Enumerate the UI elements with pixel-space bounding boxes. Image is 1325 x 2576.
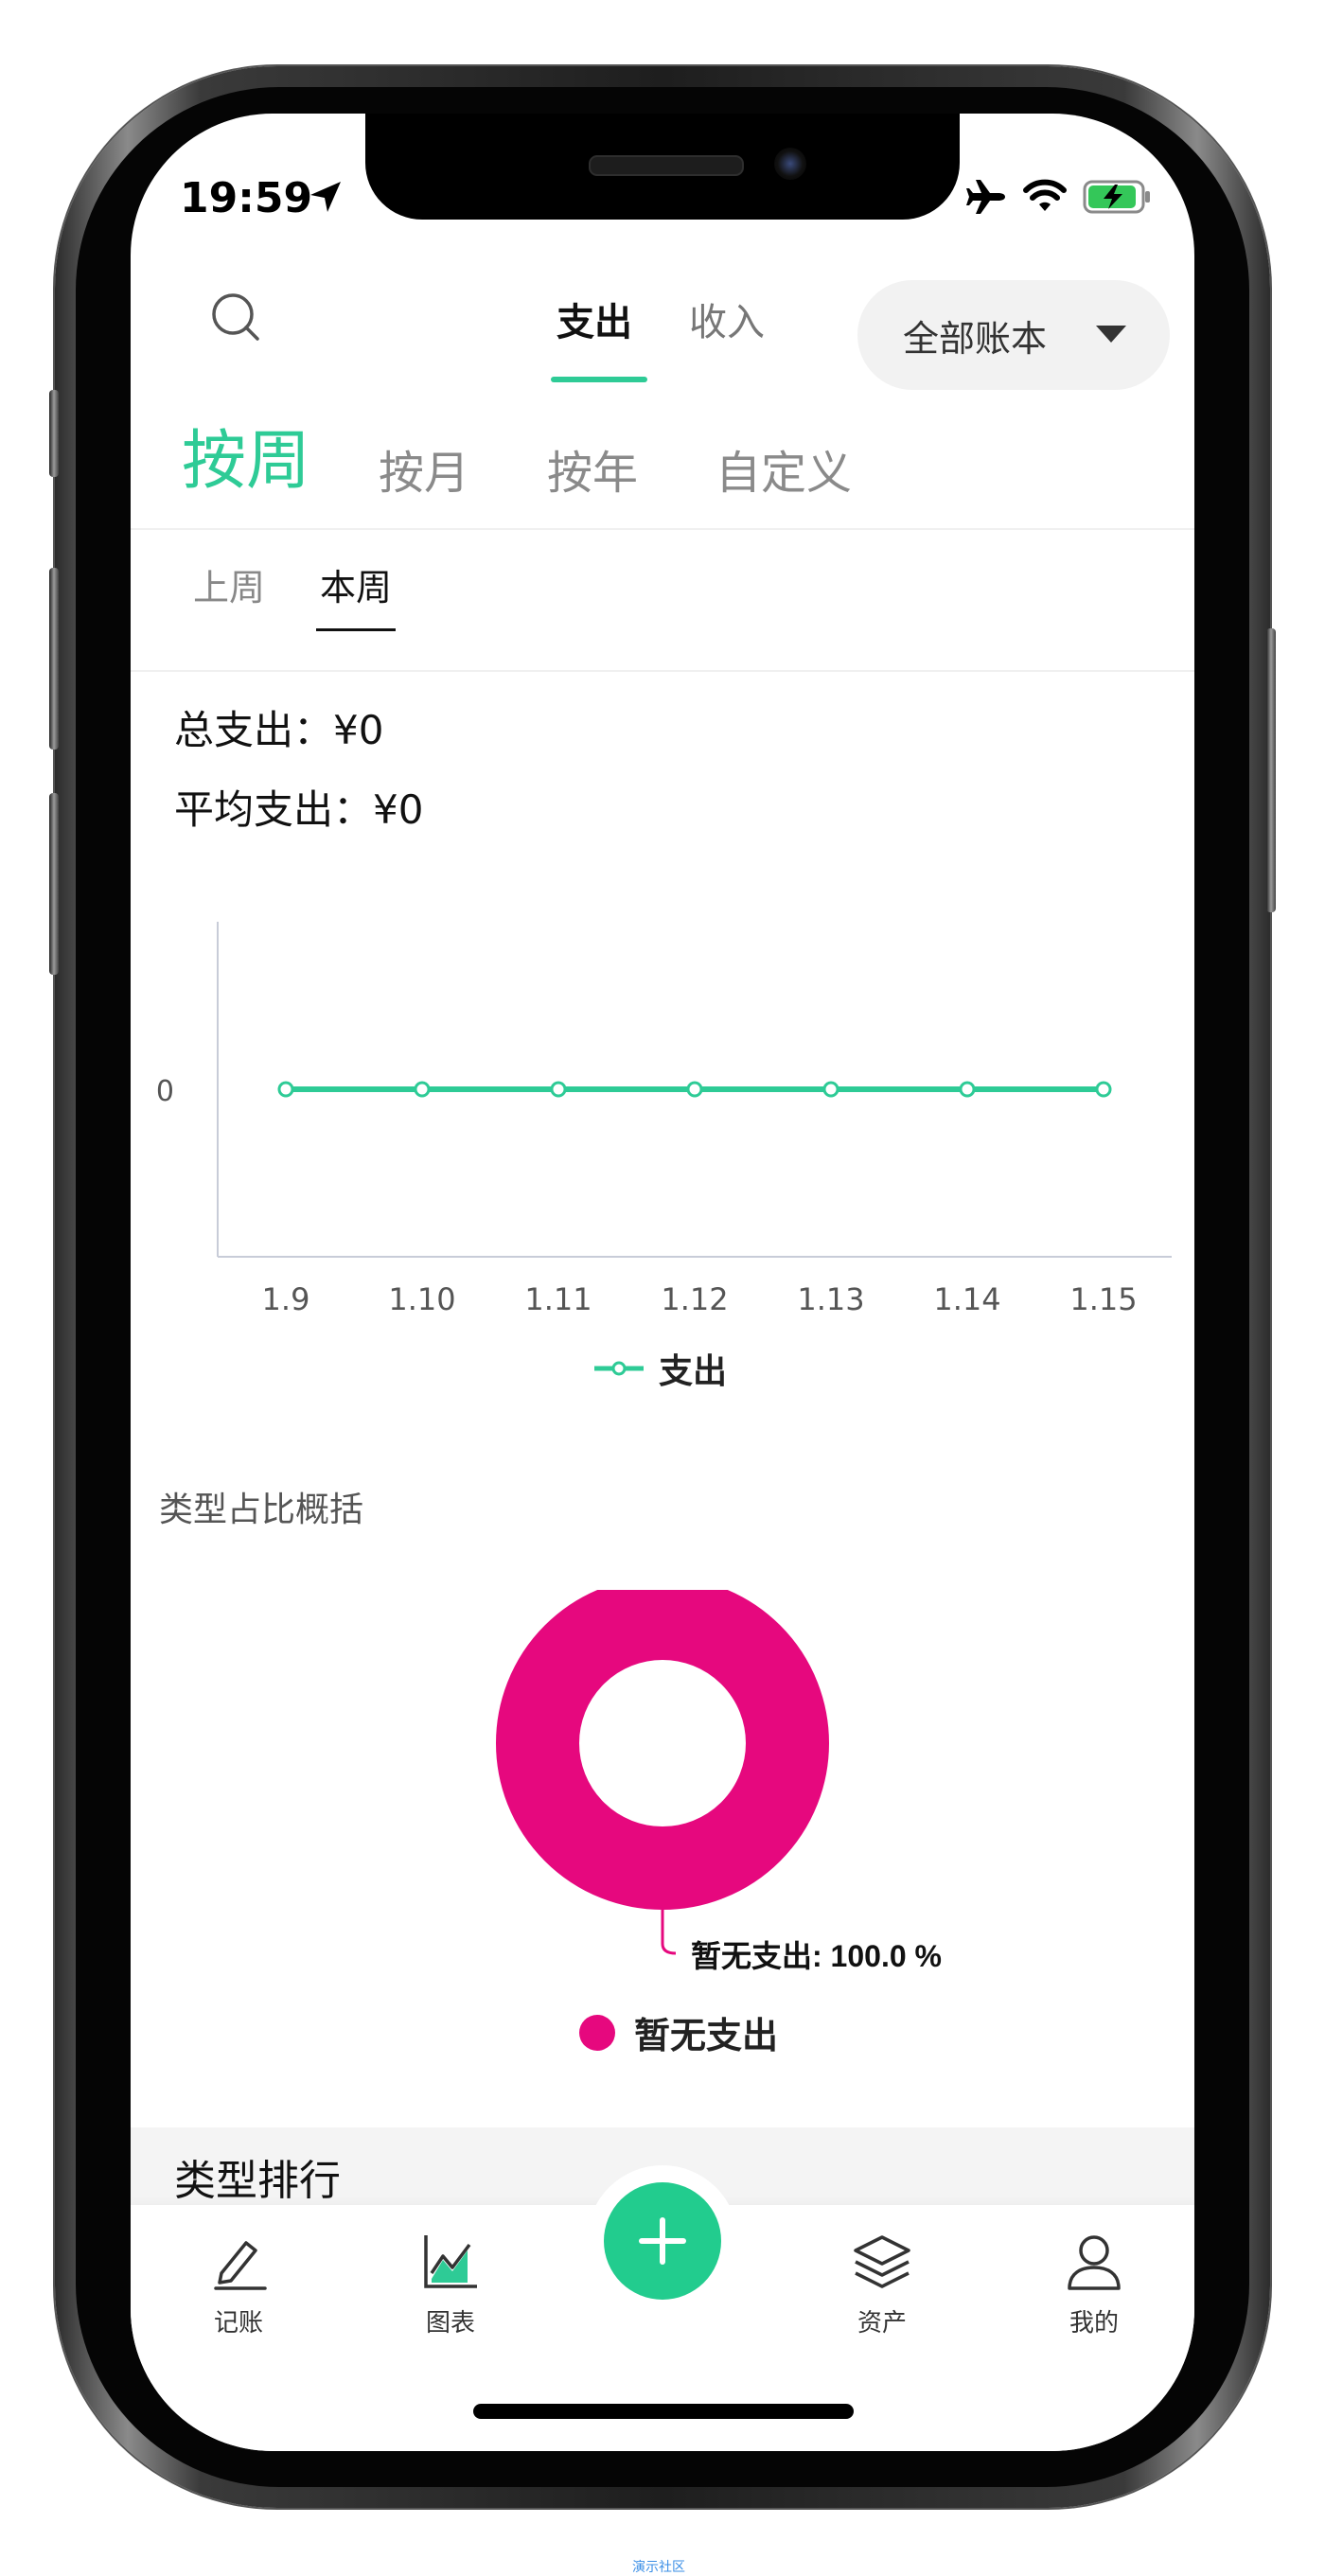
tab-custom[interactable]: 自定义 xyxy=(716,435,852,502)
location-arrow-icon xyxy=(310,182,341,212)
wifi-icon xyxy=(1023,179,1067,211)
x-tick-label: 1.12 xyxy=(661,1281,728,1315)
tab-by-week[interactable]: 按周 xyxy=(182,408,310,502)
pencil-icon xyxy=(214,2241,267,2290)
status-time: 19:59 xyxy=(180,174,313,222)
average-expense: 平均支出：¥0 xyxy=(174,786,424,833)
tab-expense[interactable]: 支出 xyxy=(556,291,632,346)
account-selector[interactable]: 全部账本 xyxy=(857,280,1170,390)
watermark: 演示社区 xyxy=(632,2560,685,2575)
divider xyxy=(131,670,1194,672)
data-point[interactable] xyxy=(550,1081,567,1098)
total-expense: 总支出：¥0 xyxy=(174,707,384,753)
nav-label-record: 记账 xyxy=(213,2309,263,2338)
legend-line-marker xyxy=(594,1361,644,1376)
divider xyxy=(131,528,1194,530)
layers-icon xyxy=(854,2235,910,2288)
type-share-donut-chart: 暂无支出: 100.0 % xyxy=(496,1590,942,1973)
data-point[interactable] xyxy=(1095,1081,1112,1098)
x-tick-label: 1.13 xyxy=(797,1281,864,1315)
ranking-title: 类型排行 xyxy=(174,2157,341,2205)
x-tick-label: 1.10 xyxy=(388,1281,455,1315)
chart-icon xyxy=(424,2235,477,2288)
data-point[interactable] xyxy=(959,1081,976,1098)
donut-data-label: 暂无支出: 100.0 % xyxy=(691,1939,942,1973)
caret-down-icon xyxy=(1096,326,1126,343)
x-tick-label: 1.11 xyxy=(524,1281,592,1315)
home-indicator[interactable] xyxy=(473,2404,854,2419)
x-tick-label: 1.9 xyxy=(262,1281,310,1315)
donut-slice-no-expense[interactable] xyxy=(496,1590,829,1910)
nav-label-profile: 我的 xyxy=(1069,2309,1119,2338)
tab-income[interactable]: 收入 xyxy=(689,291,765,346)
data-point[interactable] xyxy=(414,1081,431,1098)
airplane-icon xyxy=(966,180,1005,214)
phone-volume-up xyxy=(49,568,59,750)
nav-item-profile[interactable]: 我的 xyxy=(1037,2232,1151,2338)
account-selector-label: 全部账本 xyxy=(903,317,1048,360)
data-point[interactable] xyxy=(822,1081,839,1098)
expense-line-chart: 0 1.9 1.10 1.11 1.12 1.13 1.14 1.15 xyxy=(156,922,1172,1315)
tab-this-week[interactable]: 本周 xyxy=(316,558,397,631)
tab-last-week[interactable]: 上周 xyxy=(193,558,265,631)
battery-charging-icon xyxy=(1083,180,1150,214)
user-icon xyxy=(1068,2235,1121,2290)
nav-item-record[interactable]: 记账 xyxy=(182,2232,295,2338)
legend-label-expense: 支出 xyxy=(659,1352,728,1391)
legend-dot xyxy=(579,2014,615,2051)
week-tabs: 上周 本周 xyxy=(193,558,397,631)
line-chart-legend[interactable]: 支出 xyxy=(594,1344,727,1393)
nav-item-charts[interactable]: 图表 xyxy=(394,2232,507,2338)
x-tick-label: 1.15 xyxy=(1069,1281,1137,1315)
plus-icon xyxy=(639,2217,686,2265)
search-icon[interactable] xyxy=(210,291,263,344)
donut-chart-legend[interactable]: 暂无支出 xyxy=(579,2006,778,2058)
nav-label-assets: 资产 xyxy=(857,2309,907,2338)
nav-label-charts: 图表 xyxy=(425,2309,475,2338)
status-icons xyxy=(965,178,1153,216)
legend-label-no-expense: 暂无支出 xyxy=(634,2015,779,2056)
front-camera xyxy=(774,148,806,180)
data-point[interactable] xyxy=(686,1081,703,1098)
period-tabs: 按周 按月 按年 自定义 xyxy=(182,407,929,502)
notch xyxy=(365,114,960,220)
x-tick-label: 1.14 xyxy=(933,1281,1000,1315)
phone-volume-down xyxy=(49,793,59,975)
type-share-title: 类型占比概括 xyxy=(159,1491,364,1529)
phone-silent-switch xyxy=(49,390,59,477)
donut-label-leader xyxy=(661,1910,677,1955)
tab-active-indicator xyxy=(551,377,647,382)
phone-screen: 19:59 支出 收入 全部账本 按周 按月 按年 自定义 上周 本周 总支出：… xyxy=(131,114,1194,2451)
phone-power-button xyxy=(1266,628,1276,912)
add-record-button[interactable] xyxy=(604,2182,721,2300)
data-point[interactable] xyxy=(277,1081,294,1098)
tab-by-month[interactable]: 按月 xyxy=(379,435,469,502)
speaker-grille xyxy=(589,155,744,176)
tab-by-year[interactable]: 按年 xyxy=(547,435,638,502)
nav-item-assets[interactable]: 资产 xyxy=(825,2232,939,2338)
y-tick-label: 0 xyxy=(156,1075,174,1108)
